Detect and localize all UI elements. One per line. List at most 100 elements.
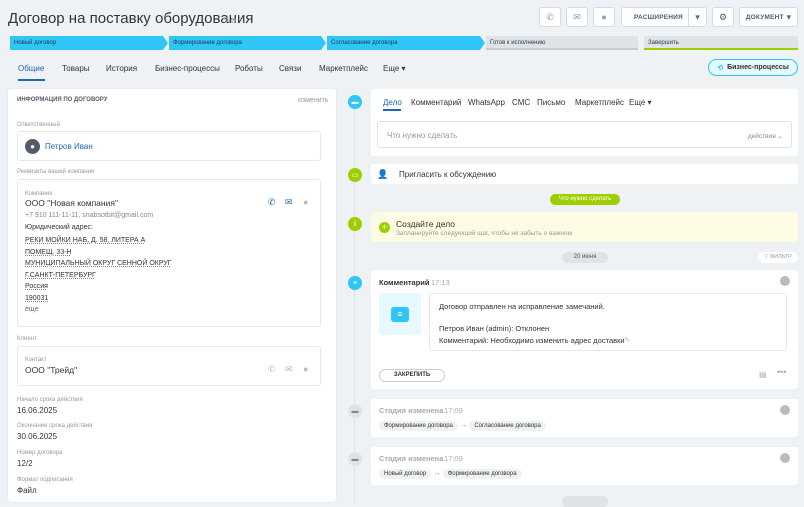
- chevron-down-icon[interactable]: ▾: [688, 8, 706, 26]
- address-line: ПОМЕЩ. 33-Н: [25, 248, 72, 256]
- todo-badge: Что нужно сделать: [550, 194, 620, 205]
- stage-label: Формирование договора: [173, 40, 242, 46]
- business-processes-button[interactable]: ⟲ Бизнес-процессы: [708, 59, 798, 76]
- start-date-label: Начало срока действия: [17, 397, 83, 403]
- stage-change-card: Стадия изменена 17:09 Новый договор → Фо…: [371, 447, 798, 485]
- create-task-card[interactable]: + Создайте дело Запланируйте следующий ш…: [371, 212, 798, 242]
- company-label: Компания: [25, 191, 53, 197]
- stage-new[interactable]: Новый договор: [10, 36, 168, 50]
- chevron-down-icon: ▾: [786, 11, 792, 22]
- tab-whatsapp[interactable]: WhatsApp: [468, 98, 505, 107]
- company-requisites-label: Реквизиты вашей компании: [17, 169, 95, 175]
- mail-icon: ✉: [573, 11, 581, 22]
- pin-button[interactable]: ЗАКРЕПИТЬ: [379, 369, 445, 382]
- more-link[interactable]: еще: [25, 306, 38, 313]
- company-name[interactable]: ООО "Новая компания": [25, 198, 118, 208]
- stage-bar: Новый договор Формирование договора Согл…: [10, 36, 798, 50]
- comment-card: Комментарий 17:13 ≡ Договор отправлен на…: [371, 270, 798, 389]
- tab-general[interactable]: Общие: [18, 64, 44, 73]
- signing-format-value: Файл: [17, 486, 37, 495]
- edit-title-icon[interactable]: ✎⌀: [223, 15, 236, 26]
- comment-line: Комментарий: Необходимо изменить адрес д…: [439, 336, 625, 345]
- user-avatar-icon: [780, 453, 790, 463]
- contract-number-value: 12/2: [17, 459, 33, 468]
- task-input[interactable]: Что нужно сделать действия ⌄: [377, 121, 792, 148]
- tab-products[interactable]: Товары: [62, 64, 90, 73]
- legal-address-label: Юридический адрес:: [25, 224, 93, 231]
- chat-icon: ▬: [348, 95, 362, 109]
- stage-label: Согласование договора: [331, 40, 398, 46]
- company-contacts: +7 910 111-11-11, snabsotbit@gmail.com: [25, 212, 154, 219]
- contract-info-panel: ИНФОРМАЦИЯ ПО ДОГОВОРУ изменить Ответств…: [8, 89, 336, 502]
- info-icon: i: [348, 217, 362, 231]
- settings-button[interactable]: ⚙: [712, 7, 734, 27]
- tab-business-processes[interactable]: Бизнес-процессы: [155, 64, 220, 73]
- create-task-title: Создайте дело: [396, 219, 455, 229]
- signing-format-label: Формат подписания: [17, 477, 73, 483]
- tab-more-label: Еще: [383, 64, 400, 73]
- document-label: ДОКУМЕНТ: [745, 13, 784, 21]
- tab-task[interactable]: Дело: [383, 98, 402, 107]
- actions-dropdown[interactable]: действия ⌄: [748, 132, 783, 140]
- arrow-right-icon: →: [433, 470, 441, 477]
- tab-sms[interactable]: СМС: [512, 98, 530, 107]
- section-title: ИНФОРМАЦИЯ ПО ДОГОВОРУ: [17, 97, 108, 103]
- responsible-label: Ответственный: [17, 122, 60, 128]
- invite-card[interactable]: 👤 Пригласить к обсуждению: [371, 164, 798, 184]
- phone-icon[interactable]: ✆: [268, 197, 276, 208]
- comment-body: Договор отправлен на исправление замечан…: [429, 293, 787, 351]
- mail-button[interactable]: ✉: [566, 7, 588, 27]
- tab-bar: Общие Товары История Бизнес-процессы Роб…: [0, 58, 804, 80]
- plus-icon: +: [379, 222, 390, 233]
- note-icon[interactable]: ▤: [759, 370, 767, 379]
- chevron-down-icon: ⌄: [777, 133, 783, 140]
- stage-finish[interactable]: Завершить: [644, 36, 798, 50]
- tab-history[interactable]: История: [106, 64, 137, 73]
- stage-change-icon: ▬: [348, 404, 362, 418]
- skype-icon[interactable]: ●: [303, 197, 308, 207]
- mail-icon[interactable]: ✉: [285, 197, 293, 208]
- tab-links[interactable]: Связи: [279, 64, 301, 73]
- document-button[interactable]: ДОКУМЕНТ ▾: [739, 7, 798, 27]
- tab-marketplace[interactable]: Маркетплейс: [319, 64, 368, 73]
- edit-icon[interactable]: ✎: [624, 336, 630, 344]
- contact-name[interactable]: ООО "Трейд": [25, 365, 77, 375]
- more-dots-icon[interactable]: •••: [777, 367, 786, 377]
- contact-label: Контакт: [25, 357, 47, 363]
- tab-email[interactable]: Письмо: [537, 98, 565, 107]
- page-title: Договор на поставку оборудования: [8, 10, 254, 27]
- stage-change-time: 17:09: [444, 406, 463, 415]
- chevron-down-icon: ▾: [401, 64, 406, 73]
- timeline-line: [354, 95, 355, 502]
- phone-icon[interactable]: ✆: [268, 364, 276, 375]
- mail-icon[interactable]: ✉: [285, 364, 293, 375]
- stage-to: Формирование договора: [442, 469, 522, 479]
- filter-button[interactable]: ▽ ФИЛЬТР: [758, 252, 798, 263]
- end-date-label: Окончание срока действия: [17, 423, 93, 429]
- process-icon: ⟲: [717, 64, 724, 72]
- stage-forming[interactable]: Формирование договора: [169, 36, 326, 50]
- comment-line: Договор отправлен на исправление замечан…: [439, 302, 605, 311]
- stage-label: Новый договор: [14, 40, 57, 46]
- client-box: Контакт ООО "Трейд" ✆ ✉ ●: [17, 346, 321, 386]
- extensions-label: РАСШИРЕНИЯ: [634, 13, 683, 21]
- tab-comment[interactable]: Комментарий: [411, 98, 461, 107]
- stage-approval[interactable]: Согласование договора: [327, 36, 485, 50]
- responsible-name[interactable]: Петров Иван: [45, 142, 93, 151]
- tab-more[interactable]: Еще ▾: [383, 64, 406, 73]
- address-line: Г.САНКТ-ПЕТЕРБУРГ: [25, 271, 96, 279]
- skype-icon: ●: [601, 12, 607, 22]
- tab-marketplace[interactable]: Маркетплейс: [575, 98, 624, 107]
- tab-robots[interactable]: Роботы: [235, 64, 263, 73]
- tab-more-label: Еще: [629, 98, 646, 107]
- tab-more[interactable]: Еще ▾: [629, 98, 652, 107]
- phone-button[interactable]: ✆: [539, 7, 561, 27]
- user-avatar-icon: [780, 276, 790, 286]
- skype-icon[interactable]: ●: [303, 364, 308, 374]
- stage-ready[interactable]: Готов к исполнению: [486, 36, 638, 50]
- skype-button[interactable]: ●: [593, 7, 615, 27]
- edit-link[interactable]: изменить: [298, 97, 328, 104]
- extensions-button[interactable]: РАСШИРЕНИЯ ▾: [621, 7, 707, 27]
- stage-label: Завершить: [648, 40, 679, 46]
- end-date-value: 30.06.2025: [17, 432, 58, 441]
